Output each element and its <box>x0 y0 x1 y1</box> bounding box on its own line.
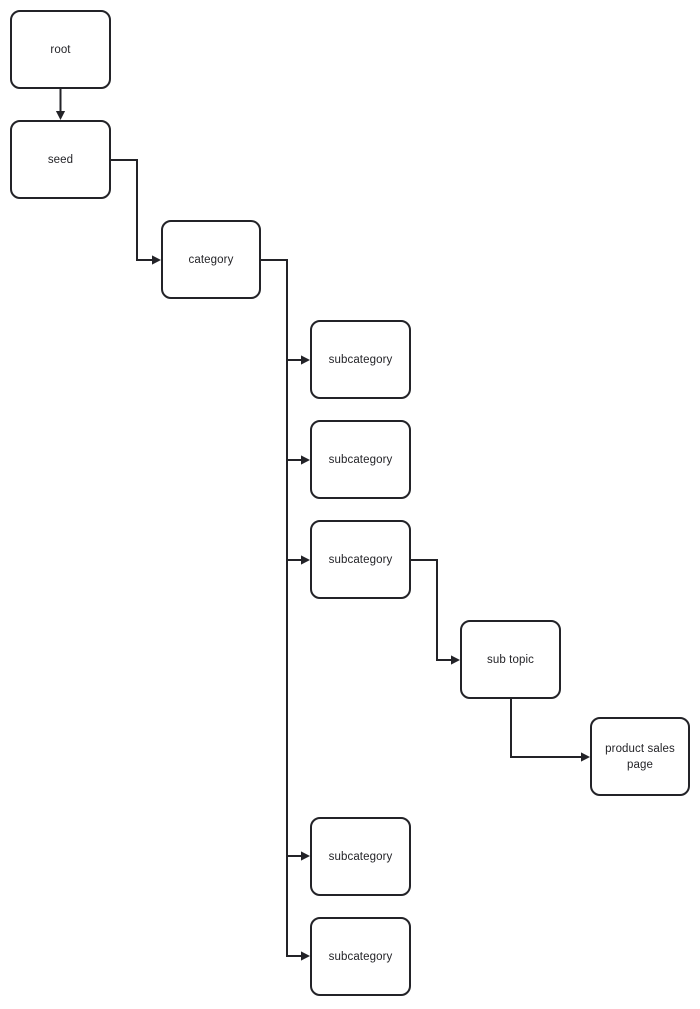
node-product-sales-page[interactable]: product sales page <box>590 717 690 796</box>
node-subcategory-2-label: subcategory <box>328 453 393 466</box>
edge-sub3-subtopic-arrowhead-icon <box>451 655 460 665</box>
flowchart-canvas: root seed category subcategory subcatego… <box>0 0 700 1009</box>
node-sub-topic-label: sub topic <box>487 653 534 666</box>
node-sub-topic[interactable]: sub topic <box>460 620 561 699</box>
node-category-label: category <box>188 253 234 266</box>
node-subcategory-3[interactable]: subcategory <box>310 520 411 599</box>
node-subcategory-1[interactable]: subcategory <box>310 320 411 399</box>
edge-category-sub1 <box>261 259 308 361</box>
node-subcategory-1-label: subcategory <box>328 353 393 366</box>
edge-sub3-subtopic <box>411 559 458 661</box>
edge-category-sub3 <box>286 460 308 561</box>
node-root-label: root <box>50 43 71 56</box>
node-subcategory-5-label: subcategory <box>328 950 393 963</box>
edge-category-sub4-arrowhead-icon <box>301 851 310 861</box>
edge-category-sub2-arrowhead-icon <box>301 455 310 465</box>
edge-category-sub4 <box>286 560 308 857</box>
edge-root-seed-arrowhead-icon <box>55 111 66 120</box>
edge-subtopic-product <box>510 699 588 758</box>
edge-category-sub2 <box>286 360 308 461</box>
node-subcategory-4[interactable]: subcategory <box>310 817 411 896</box>
node-subcategory-2[interactable]: subcategory <box>310 420 411 499</box>
edge-subtopic-product-arrowhead-icon <box>581 752 590 762</box>
edge-seed-category <box>111 159 159 261</box>
node-root[interactable]: root <box>10 10 111 89</box>
edge-category-sub5-arrowhead-icon <box>301 951 310 961</box>
node-subcategory-3-label: subcategory <box>328 553 393 566</box>
edge-seed-category-arrowhead-icon <box>152 255 161 265</box>
node-seed[interactable]: seed <box>10 120 111 199</box>
node-subcategory-4-label: subcategory <box>328 850 393 863</box>
edge-category-sub5 <box>286 856 308 957</box>
edge-category-sub1-arrowhead-icon <box>301 355 310 365</box>
node-category[interactable]: category <box>161 220 261 299</box>
node-product-sales-page-label: product sales page <box>605 742 675 771</box>
edge-category-sub3-arrowhead-icon <box>301 555 310 565</box>
node-subcategory-5[interactable]: subcategory <box>310 917 411 996</box>
node-seed-label: seed <box>47 153 74 166</box>
